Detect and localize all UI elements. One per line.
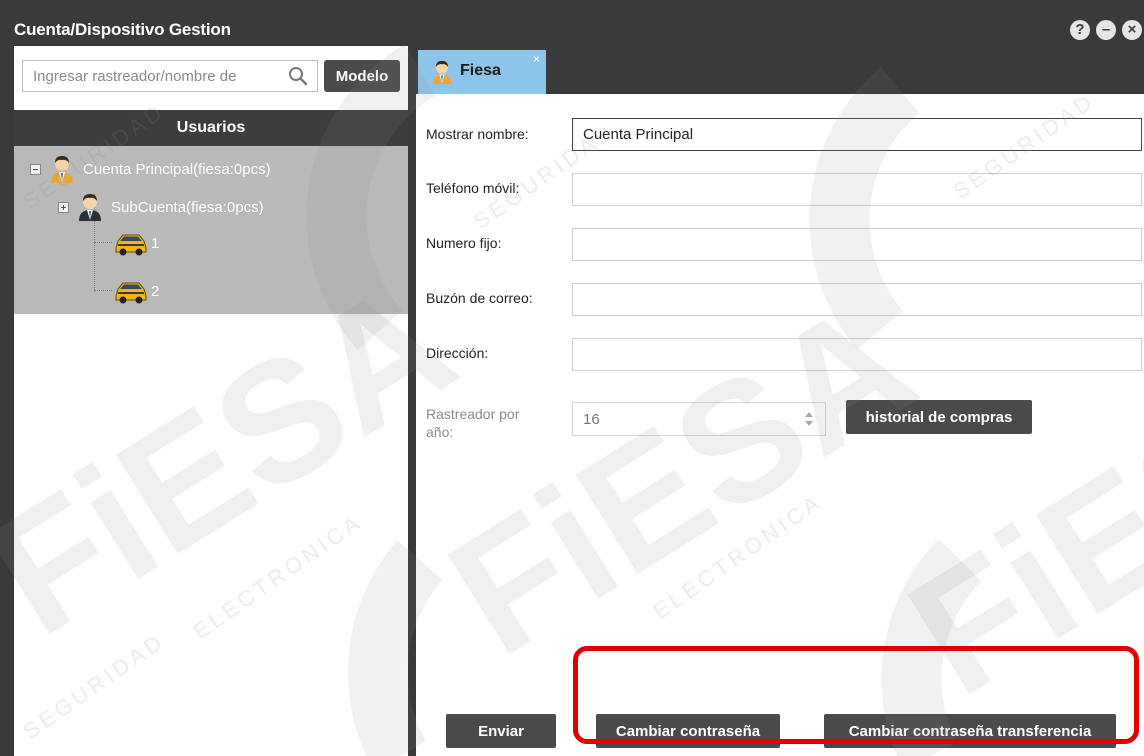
tab-fiesa[interactable]: Fiesa × (418, 50, 546, 94)
collapse-toggle[interactable] (30, 163, 41, 175)
display-name-input[interactable] (572, 118, 1142, 151)
help-icon[interactable]: ? (1070, 20, 1090, 40)
left-panel: Modelo Usuarios Cuenta Principal(fiesa:0… (14, 46, 408, 756)
close-icon[interactable]: × (1122, 20, 1142, 40)
tree-item-sub-account[interactable]: SubCuenta(fiesa:0pcs) (58, 192, 264, 222)
model-button[interactable]: Modelo (324, 60, 400, 92)
search-icon[interactable] (288, 66, 308, 86)
tree-item-device[interactable]: 1 (114, 228, 159, 258)
stepper-arrows-icon[interactable] (804, 411, 814, 427)
window-title: Cuenta/Dispositivo Gestion (14, 20, 231, 39)
window-border-left (0, 46, 14, 756)
change-transfer-password-button[interactable]: Cambiar contraseña transferencia (824, 714, 1116, 748)
user-tree: Cuenta Principal(fiesa:0pcs) SubCuenta(f… (14, 146, 408, 314)
minimize-icon[interactable]: – (1096, 20, 1116, 40)
users-header: Usuarios (14, 110, 408, 146)
address-label: Dirección: (426, 345, 489, 361)
title-bar: Cuenta/Dispositivo Gestion ? – × (0, 0, 1144, 46)
landline-input[interactable] (572, 228, 1142, 261)
tab-strip: Fiesa × (416, 46, 1144, 94)
mailbox-input[interactable] (572, 283, 1142, 316)
mailbox-label: Buzón de correo: (426, 290, 533, 306)
tree-item-label: 2 (151, 282, 160, 300)
trackers-per-year-label-line1: Rastreador por (426, 406, 520, 422)
tree-item-main-account[interactable]: Cuenta Principal(fiesa:0pcs) (30, 154, 271, 184)
tree-item-label: SubCuenta(fiesa:0pcs) (111, 198, 264, 216)
right-panel: Fiesa × Mostrar nombre: Teléfono móvil: … (416, 46, 1144, 756)
user-icon (432, 60, 452, 84)
address-input[interactable] (572, 338, 1142, 371)
panel-divider[interactable] (408, 46, 416, 756)
user-icon (51, 156, 73, 183)
send-button[interactable]: Enviar (446, 714, 556, 748)
tree-line (94, 242, 112, 243)
landline-label: Numero fijo: (426, 235, 502, 251)
search-input[interactable] (22, 60, 318, 92)
tree-line (94, 290, 112, 291)
change-password-button[interactable]: Cambiar contraseña (596, 714, 780, 748)
car-icon (115, 282, 147, 304)
trackers-per-year-label-line2: año: (426, 424, 454, 440)
tree-item-label: Cuenta Principal(fiesa:0pcs) (83, 160, 271, 178)
trackers-per-year-stepper[interactable] (572, 402, 826, 436)
car-icon (115, 234, 147, 256)
expand-toggle[interactable] (58, 201, 69, 213)
mobile-phone-input[interactable] (572, 173, 1142, 206)
tree-item-device[interactable]: 2 (114, 276, 159, 306)
account-device-management-window: Cuenta/Dispositivo Gestion ? – × Modelo … (0, 0, 1144, 756)
user-icon (79, 194, 101, 221)
tree-item-label: 1 (151, 234, 160, 252)
mobile-phone-label: Teléfono móvil: (426, 180, 520, 196)
tab-close-icon[interactable]: × (533, 52, 540, 66)
purchase-history-button[interactable]: historial de compras (846, 400, 1032, 434)
display-name-label: Mostrar nombre: (426, 126, 529, 142)
tab-label: Fiesa (460, 62, 501, 79)
